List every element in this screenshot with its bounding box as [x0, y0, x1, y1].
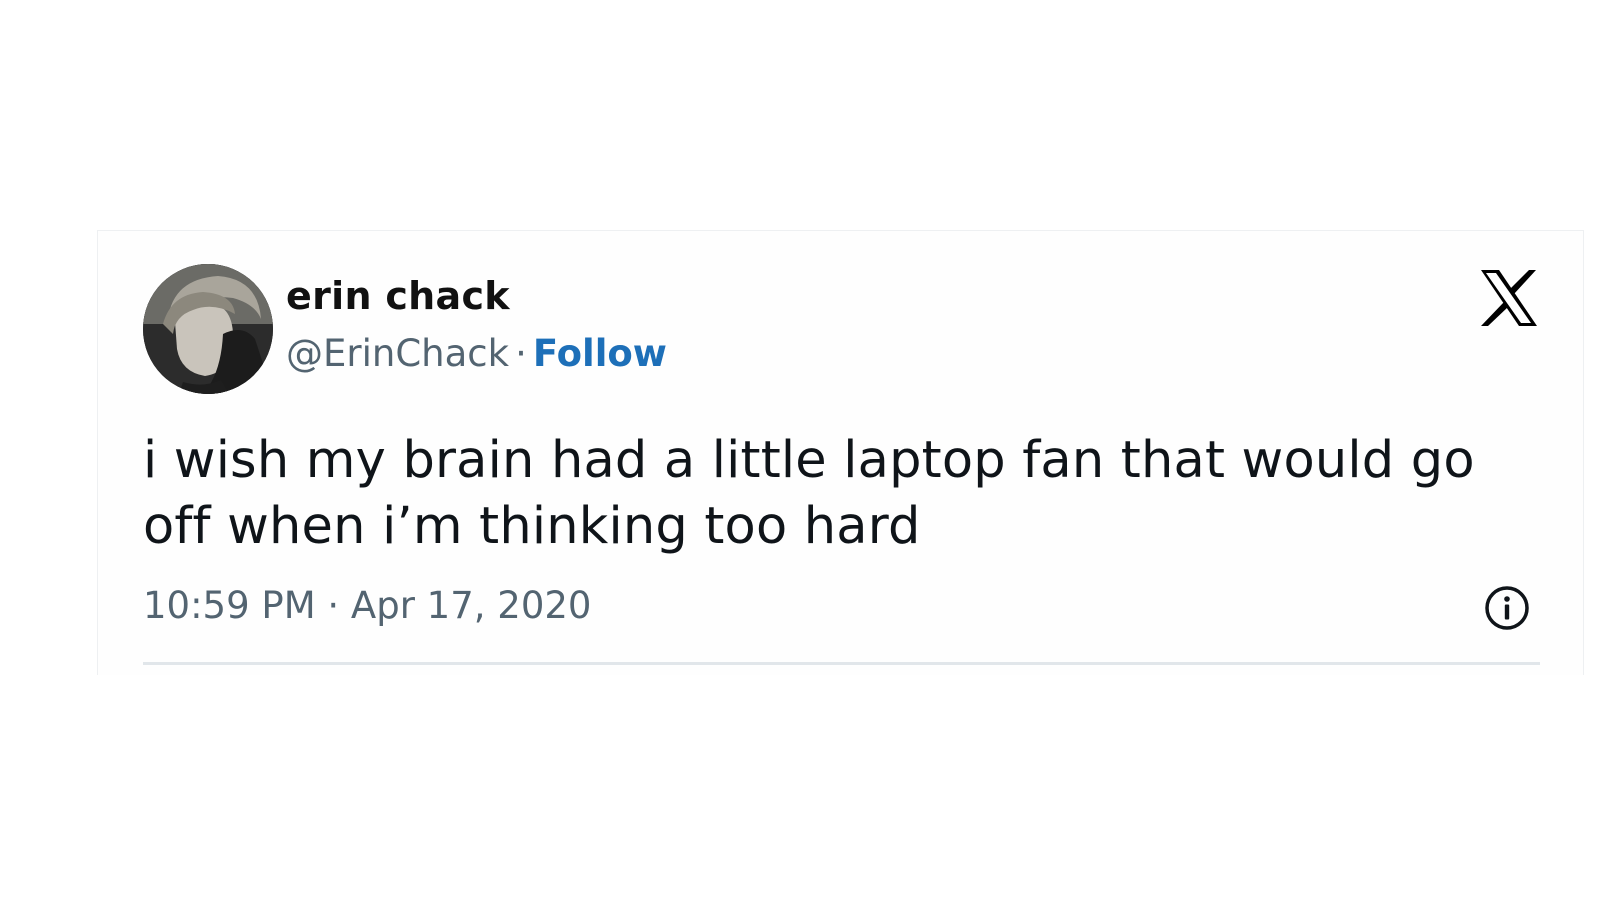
author-handle-line: @ErinChack · Follow: [286, 335, 667, 372]
follow-button[interactable]: Follow: [533, 332, 667, 375]
x-logo-icon[interactable]: [1479, 269, 1539, 327]
avatar[interactable]: [143, 264, 273, 394]
author-handle[interactable]: @ErinChack: [286, 332, 509, 375]
handle-separator: ·: [515, 332, 527, 375]
tweet-timestamp[interactable]: 10:59 PM · Apr 17, 2020: [143, 587, 591, 624]
divider: [143, 662, 1540, 665]
info-icon[interactable]: [1483, 584, 1531, 632]
tweet-text: i wish my brain had a little laptop fan …: [143, 431, 1475, 556]
author-display-name[interactable]: erin chack: [286, 277, 510, 315]
